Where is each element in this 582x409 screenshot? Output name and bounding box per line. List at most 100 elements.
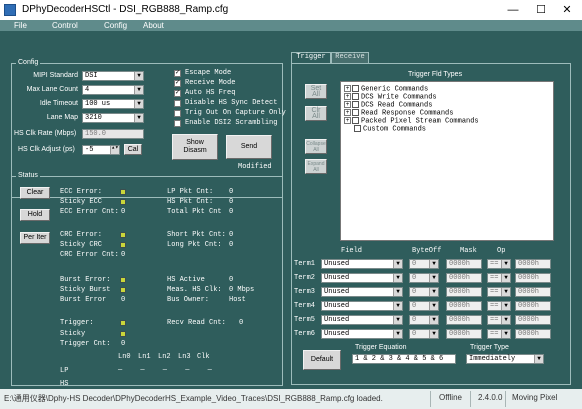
term-byteoff-select[interactable]: 0 ▼ <box>409 273 439 283</box>
expand-icon[interactable]: + <box>344 85 351 92</box>
disable-hs-sync-checkbox[interactable] <box>174 100 181 107</box>
clear-button[interactable]: Clear <box>20 187 50 199</box>
expand-icon[interactable]: + <box>344 109 351 116</box>
term-byteoff-select[interactable]: 0 ▼ <box>409 315 439 325</box>
dsi2-scrambling-checkbox[interactable] <box>174 120 181 127</box>
term-mask-field[interactable]: 0000h <box>446 259 482 269</box>
term-op-select[interactable]: == ▼ <box>487 329 511 339</box>
term-byteoff-value: 0 <box>412 302 417 310</box>
mipi-standard-select[interactable]: DSI ▼ <box>82 71 144 81</box>
term-mask-field[interactable]: 0000h <box>446 301 482 311</box>
term-op-select[interactable]: == ▼ <box>487 301 511 311</box>
set-all-button[interactable]: Set All <box>305 84 327 99</box>
trigger-type-select[interactable]: Immediately ▼ <box>466 354 544 364</box>
long-pkt-cnt-value: 0 <box>229 241 234 249</box>
term-mask-field[interactable]: 0000h <box>446 273 482 283</box>
collapse-all-button[interactable]: Collapse All <box>305 139 327 154</box>
burst-error-cnt-value: 0 <box>121 296 126 304</box>
menu-control[interactable]: Control <box>52 20 78 31</box>
version-label: 2.4.0.0 <box>478 393 503 402</box>
menu-config[interactable]: Config <box>104 20 127 31</box>
send-button[interactable]: Send <box>226 135 272 159</box>
term-op-select[interactable]: == ▼ <box>487 315 511 325</box>
spin-arrows-icon[interactable]: ▴▾ <box>110 145 119 154</box>
config-group-title: Config <box>16 59 41 66</box>
tree-item-dcs-write-commands[interactable]: + DCS Write Commands <box>344 93 437 101</box>
tree-item-packed-pixel-stream-commands[interactable]: + Packed Pixel Stream Commands <box>344 117 479 125</box>
term-byteoff-select[interactable]: 0 ▼ <box>409 329 439 339</box>
tree-checkbox[interactable] <box>352 117 359 124</box>
cal-button[interactable]: Cal <box>124 144 142 155</box>
expand-icon[interactable]: + <box>344 117 351 124</box>
term-mask-field[interactable]: 0000h <box>446 329 482 339</box>
escape-mode-checkbox[interactable]: ✓ <box>174 70 181 77</box>
term-field-select[interactable]: Unused ▼ <box>321 315 403 325</box>
default-button[interactable]: Default <box>303 350 341 370</box>
trigger-fld-tree[interactable]: + Generic Commands + DCS Write Commands + D… <box>340 81 554 241</box>
term-byteoff-select[interactable]: 0 ▼ <box>409 287 439 297</box>
trig-out-label: Trig Out On Capture Only <box>185 109 286 117</box>
burst-error-indicator <box>120 277 126 283</box>
tree-item-custom-commands[interactable]: Custom Commands <box>354 125 426 133</box>
term-row: Term1 Unused ▼ 0 ▼ 0000h == ▼ 0000h <box>294 259 570 269</box>
tree-checkbox[interactable] <box>352 101 359 108</box>
show-disasm-button[interactable]: Show Disasm <box>172 134 218 160</box>
tab-receive[interactable]: Receive <box>331 52 369 63</box>
chevron-down-icon: ▼ <box>429 288 438 296</box>
term-value-field[interactable]: 0000h <box>515 259 551 269</box>
lane-map-select[interactable]: 3210 ▼ <box>82 113 144 123</box>
auto-hs-freq-checkbox[interactable]: ✓ <box>174 90 181 97</box>
clr-all-button[interactable]: Clr All <box>305 106 327 121</box>
lp-lane-states: — — — — — <box>118 366 219 374</box>
term-op-select[interactable]: == ▼ <box>487 287 511 297</box>
hs-active-label: HS Active <box>167 276 205 284</box>
recv-read-cnt-value: 0 <box>239 319 244 327</box>
status-separator <box>430 391 431 407</box>
term-value-field[interactable]: 0000h <box>515 301 551 311</box>
term-field-select[interactable]: Unused ▼ <box>321 259 403 269</box>
per-iter-button[interactable]: Per Iter <box>20 232 50 244</box>
term-value-field[interactable]: 0000h <box>515 273 551 283</box>
tree-item-generic-commands[interactable]: + Generic Commands <box>344 85 428 93</box>
chevron-down-icon: ▼ <box>393 288 402 296</box>
term-mask-field[interactable]: 0000h <box>446 287 482 297</box>
lane-map-value: 3210 <box>85 114 102 122</box>
receive-mode-checkbox[interactable]: ✓ <box>174 80 181 87</box>
hold-button[interactable]: Hold <box>20 209 50 221</box>
term-op-select[interactable]: == ▼ <box>487 259 511 269</box>
term-byteoff-select[interactable]: 0 ▼ <box>409 259 439 269</box>
menu-about[interactable]: About <box>143 20 164 31</box>
trig-out-checkbox[interactable] <box>174 110 181 117</box>
trigger-equation-field[interactable]: 1 & 2 & 3 & 4 & 5 & 6 <box>352 354 456 364</box>
term-field-value: Unused <box>324 302 350 310</box>
idle-timeout-select[interactable]: 100 us ▼ <box>82 99 144 109</box>
minimize-button[interactable]: — <box>498 0 528 20</box>
tab-trigger[interactable]: Trigger <box>291 52 331 63</box>
term-row: Term2 Unused ▼ 0 ▼ 0000h == ▼ 0000h <box>294 273 570 283</box>
term-op-select[interactable]: == ▼ <box>487 273 511 283</box>
expand-all-button[interactable]: Expand All <box>305 159 327 174</box>
tree-checkbox[interactable] <box>352 109 359 116</box>
term-value-field[interactable]: 0000h <box>515 287 551 297</box>
tree-checkbox[interactable] <box>352 93 359 100</box>
expand-icon[interactable]: + <box>344 101 351 108</box>
term-field-select[interactable]: Unused ▼ <box>321 329 403 339</box>
menu-file[interactable]: File <box>14 20 27 31</box>
term-value-field[interactable]: 0000h <box>515 329 551 339</box>
term-field-select[interactable]: Unused ▼ <box>321 287 403 297</box>
max-lane-count-select[interactable]: 4 ▼ <box>82 85 144 95</box>
term-mask-field[interactable]: 0000h <box>446 315 482 325</box>
term-value-field[interactable]: 0000h <box>515 315 551 325</box>
term-label: Term5 <box>294 316 316 324</box>
hs-clk-adjust-stepper[interactable]: -5 ▴▾ <box>82 145 120 155</box>
term-field-select[interactable]: Unused ▼ <box>321 273 403 283</box>
tree-checkbox[interactable] <box>354 125 361 132</box>
tree-item-read-response-commands[interactable]: + Read Response Commands <box>344 109 453 117</box>
tree-checkbox[interactable] <box>352 85 359 92</box>
close-button[interactable]: ✕ <box>552 0 582 20</box>
term-field-select[interactable]: Unused ▼ <box>321 301 403 311</box>
ecc-error-cnt-value: 0 <box>121 208 126 216</box>
expand-icon[interactable]: + <box>344 93 351 100</box>
tree-item-dcs-read-commands[interactable]: + DCS Read Commands <box>344 101 432 109</box>
term-byteoff-select[interactable]: 0 ▼ <box>409 301 439 311</box>
